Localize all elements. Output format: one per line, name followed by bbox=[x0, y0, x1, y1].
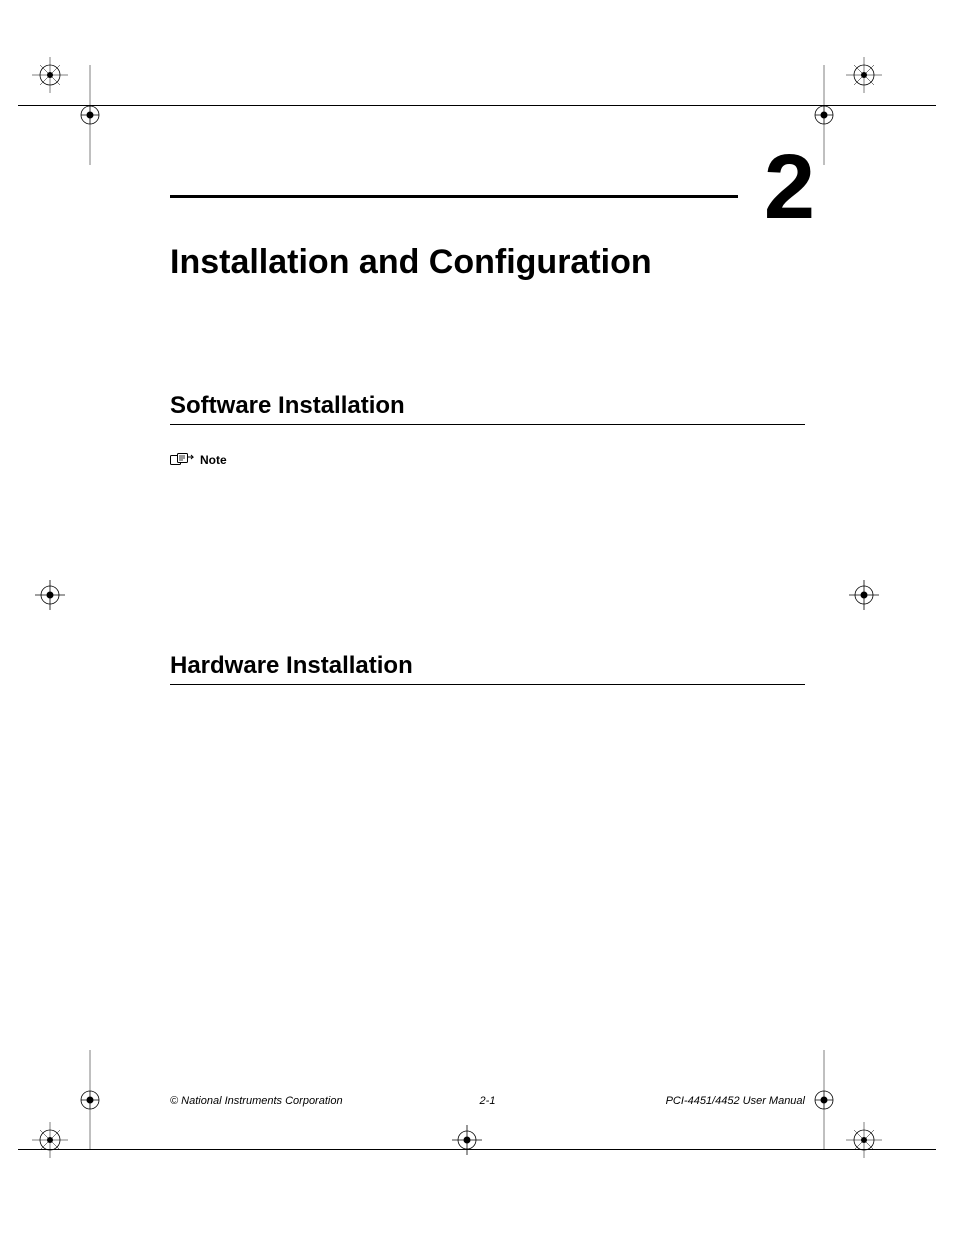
crop-mark-icon bbox=[447, 1120, 527, 1200]
note-row: Note bbox=[170, 453, 805, 467]
note-label: Note bbox=[200, 453, 227, 467]
crop-mark-icon bbox=[70, 95, 150, 175]
content-area: 2 Installation and Configuration Softwar… bbox=[170, 195, 805, 685]
crop-mark-icon bbox=[804, 1080, 884, 1160]
section-hardware-installation: Hardware Installation bbox=[170, 652, 805, 685]
crop-mark-icon bbox=[804, 95, 884, 175]
crop-mark-icon bbox=[844, 575, 924, 655]
crop-line-top bbox=[18, 105, 936, 106]
note-icon bbox=[170, 453, 192, 467]
chapter-number: 2 bbox=[764, 135, 813, 240]
page-footer: © National Instruments Corporation 2-1 P… bbox=[170, 1095, 805, 1107]
footer-copyright: © National Instruments Corporation bbox=[170, 1095, 343, 1107]
chapter-rule bbox=[170, 195, 738, 198]
footer-page-number: 2-1 bbox=[480, 1095, 496, 1107]
crop-mark-icon bbox=[30, 575, 110, 655]
page: 2 Installation and Configuration Softwar… bbox=[0, 0, 954, 1235]
crop-mark-icon bbox=[70, 1080, 150, 1160]
footer-manual-title: PCI-4451/4452 User Manual bbox=[666, 1095, 805, 1107]
section-software-installation: Software Installation bbox=[170, 392, 805, 425]
chapter-title: Installation and Configuration bbox=[170, 243, 805, 282]
